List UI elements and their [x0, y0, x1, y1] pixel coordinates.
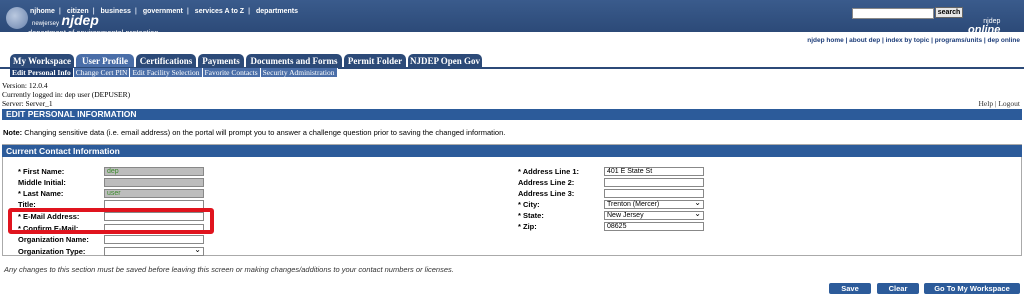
state-select[interactable]: New Jersey	[604, 210, 704, 220]
contact-section-title: Current Contact Information	[2, 145, 1022, 157]
session-info: Version: 12.0.4 Currently logged in: dep…	[2, 81, 130, 108]
link-services[interactable]: services A to Z	[195, 8, 244, 15]
middle-initial-label: Middle Initial:	[18, 178, 66, 187]
address1-label: * Address Line 1:	[518, 167, 579, 176]
dep-nav-links[interactable]: njdep home | about dep | index by topic …	[807, 37, 1020, 44]
tab-user-profile[interactable]: User Profile	[76, 54, 134, 68]
email-highlight-box	[8, 208, 214, 234]
search-button[interactable]: search	[935, 7, 963, 18]
link-government[interactable]: government	[143, 8, 183, 15]
organization-type-select[interactable]	[104, 246, 204, 256]
note-body: Changing sensitive data (i.e. email addr…	[22, 128, 506, 137]
tab-my-workspace[interactable]: My Workspace	[10, 54, 74, 68]
brand-main: online	[968, 24, 1001, 36]
note-label: Note:	[3, 128, 23, 137]
link-njhome[interactable]: njhome	[30, 8, 55, 15]
zip-field[interactable]: 08625	[604, 222, 704, 231]
page-title: EDIT PERSONAL INFORMATION	[2, 109, 1022, 120]
subnav-edit-personal-info[interactable]: Edit Personal Info	[10, 68, 74, 77]
sub-navigation: Edit Personal Info Change Cert PIN Edit Fa…	[10, 68, 338, 78]
save-warning-text: Any changes to this section must be save…	[4, 265, 454, 274]
state-label: * State:	[518, 211, 544, 220]
tab-documents-forms[interactable]: Documents and Forms	[246, 54, 342, 68]
save-button[interactable]: Save	[829, 283, 871, 294]
first-name-label: * First Name:	[18, 167, 65, 176]
logo-abbr: njdep	[61, 12, 99, 28]
help-logout-links[interactable]: Help | Logout	[979, 99, 1021, 108]
search-input[interactable]	[852, 8, 934, 19]
middle-initial-field[interactable]	[104, 178, 204, 187]
address3-label: Address Line 3:	[518, 189, 575, 198]
subnav-favorite-contacts[interactable]: Favorite Contacts	[202, 68, 261, 77]
nj-logo-icon	[6, 7, 28, 29]
state-value: New Jersey	[607, 212, 644, 219]
organization-name-field[interactable]	[104, 235, 204, 244]
tab-certifications[interactable]: Certifications	[136, 54, 196, 68]
city-value: Trenton (Mercer)	[607, 201, 660, 208]
version-text: Version: 12.0.4	[2, 81, 48, 90]
link-departments[interactable]: departments	[256, 8, 298, 15]
note-text: Note: Changing sensitive data (i.e. emai…	[3, 128, 505, 137]
subnav-change-cert-pin[interactable]: Change Cert PIN	[73, 68, 131, 77]
last-name-label: * Last Name:	[18, 189, 64, 198]
address1-field[interactable]: 401 E State St	[604, 167, 704, 176]
logged-in-text: Currently logged in: dep user (DEPUSER)	[2, 90, 131, 99]
go-to-workspace-button[interactable]: Go To My Workspace	[924, 283, 1020, 294]
top-banner: njhome | citizen | business | government | s…	[0, 0, 1024, 37]
logo-small-text: newjersey	[32, 21, 60, 27]
clear-button[interactable]: Clear	[877, 283, 919, 294]
organization-type-label: Organization Type:	[18, 247, 86, 256]
tab-permit-folder[interactable]: Permit Folder	[344, 54, 406, 68]
city-select[interactable]: Trenton (Mercer)	[604, 199, 704, 209]
organization-name-label: Organization Name:	[18, 235, 89, 244]
address2-field[interactable]	[604, 178, 704, 187]
subnav-edit-facility[interactable]: Edit Facility Selection	[130, 68, 203, 77]
link-business[interactable]: business	[101, 8, 131, 15]
server-text: Server: Server_1	[2, 99, 53, 108]
tab-open-gov[interactable]: NJDEP Open Gov	[408, 54, 482, 68]
njdep-online-brand: njdep online	[968, 17, 1001, 36]
first-name-field[interactable]: dep	[104, 167, 204, 176]
city-label: * City:	[518, 200, 540, 209]
zip-label: * Zip:	[518, 222, 537, 231]
njdep-logo[interactable]: newjersey njdep department of environmen…	[28, 13, 159, 37]
logo-sub: department of environmental protection	[28, 28, 159, 37]
tab-payments[interactable]: Payments	[198, 54, 244, 68]
address2-label: Address Line 2:	[518, 178, 575, 187]
address3-field[interactable]	[604, 189, 704, 198]
last-name-field[interactable]: user	[104, 189, 204, 198]
subnav-security-admin[interactable]: Security Administration	[260, 68, 338, 77]
